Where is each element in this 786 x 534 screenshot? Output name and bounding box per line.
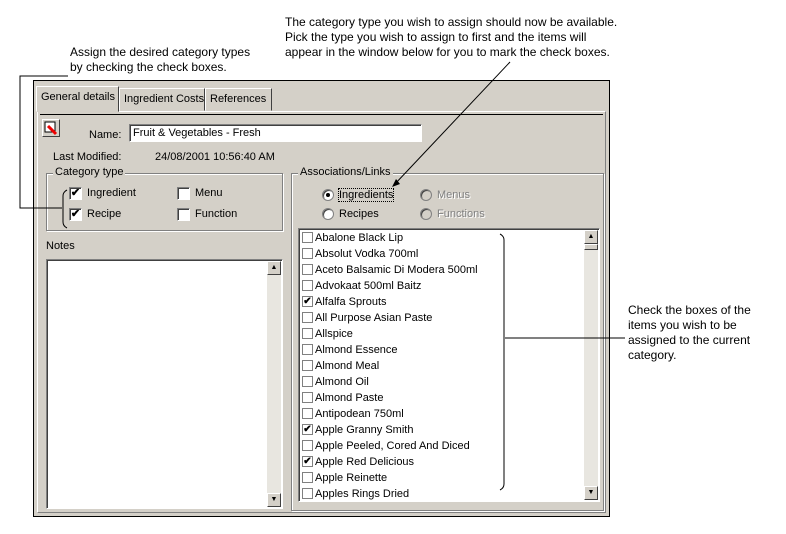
list-item[interactable]: Apple Peeled, Cored And Diced — [300, 438, 599, 454]
tab-general-details[interactable]: General details — [36, 86, 119, 112]
item-label: Apple Red Delicious — [315, 456, 415, 468]
list-item[interactable]: Antipodean 750ml — [300, 406, 599, 422]
general-details-panel: Name: Fruit & Vegetables - Fresh Last Mo… — [37, 111, 606, 513]
category-type-group: Category type ✔ Ingredient Menu ✔ Recipe F… — [46, 166, 283, 231]
category-type-title: Category type — [53, 166, 126, 178]
radio-recipes[interactable]: Recipes — [322, 208, 379, 220]
item-label: Abalone Black Lip — [315, 232, 404, 244]
checkbox-function[interactable]: Function — [177, 208, 237, 221]
item-checkbox[interactable] — [302, 440, 313, 451]
radio-menus[interactable]: Menus — [420, 189, 470, 201]
checkbox-ingredient[interactable]: ✔ Ingredient — [69, 187, 136, 200]
annotation-left: Assign the desired category types by che… — [70, 45, 251, 74]
list-item[interactable]: Apples Rings Dried — [300, 486, 599, 501]
radio-ingredients[interactable]: Ingredients — [322, 188, 395, 202]
list-item[interactable]: Almond Meal — [300, 358, 599, 374]
notes-label: Notes — [46, 240, 75, 252]
list-item[interactable]: Almond Paste — [300, 390, 599, 406]
scroll-thumb[interactable] — [584, 244, 598, 250]
associations-group: Associations/Links Ingredients Menus Rec… — [291, 166, 604, 511]
edit-icon-button[interactable] — [42, 119, 60, 137]
item-checkbox[interactable] — [302, 488, 313, 499]
list-item[interactable]: Apple Reinette — [300, 470, 599, 486]
annotation-right: Check the boxes of the items you wish to… — [628, 303, 751, 362]
item-label: Aceto Balsamic Di Modera 500ml — [315, 264, 478, 276]
item-label: Apple Peeled, Cored And Diced — [315, 440, 470, 452]
item-checkbox[interactable] — [302, 360, 313, 371]
tab-references[interactable]: References — [205, 88, 272, 111]
items-list[interactable]: Abalone Black Lip Absolut Vodka 700ml Acet… — [298, 228, 600, 502]
item-checkbox[interactable] — [302, 264, 313, 275]
item-checkbox[interactable] — [302, 248, 313, 259]
checkbox-recipe[interactable]: ✔ Recipe — [69, 208, 121, 221]
category-window: General details Ingredient Costs Referen… — [33, 80, 610, 517]
item-checkbox[interactable] — [302, 392, 313, 403]
scroll-up-icon[interactable]: ▲ — [267, 261, 281, 275]
item-checkbox[interactable] — [302, 344, 313, 355]
item-checkbox[interactable] — [302, 472, 313, 483]
item-checkbox[interactable] — [302, 408, 313, 419]
associations-title: Associations/Links — [298, 166, 393, 178]
list-item[interactable]: Aceto Balsamic Di Modera 500ml — [300, 262, 599, 278]
pencil-icon — [44, 121, 58, 136]
item-label: Absolut Vodka 700ml — [315, 248, 419, 260]
item-label: All Purpose Asian Paste — [315, 312, 433, 324]
item-label: Almond Oil — [315, 376, 369, 388]
list-item[interactable]: All Purpose Asian Paste — [300, 310, 599, 326]
list-item[interactable]: ✔ Apple Red Delicious — [300, 454, 599, 470]
item-label: Antipodean 750ml — [315, 408, 404, 420]
last-modified-value: 24/08/2001 10:56:40 AM — [155, 151, 275, 163]
item-checkbox[interactable] — [302, 280, 313, 291]
item-label: Almond Meal — [315, 360, 380, 372]
name-label: Name: — [89, 129, 122, 141]
annotation-top: The category type you wish to assign sho… — [285, 15, 618, 59]
item-checkbox[interactable] — [302, 232, 313, 243]
list-item[interactable]: Almond Oil — [300, 374, 599, 390]
list-item[interactable]: ✔ Alfalfa Sprouts — [300, 294, 599, 310]
item-label: Advokaat 500ml Baitz — [315, 280, 422, 292]
scroll-down-icon[interactable]: ▼ — [267, 493, 281, 507]
list-item[interactable]: Almond Essence — [300, 342, 599, 358]
notes-scrollbar[interactable]: ▲ ▼ — [267, 261, 281, 507]
item-checkbox[interactable] — [302, 328, 313, 339]
last-modified-label: Last Modified: — [53, 151, 122, 163]
item-label: Alfalfa Sprouts — [315, 296, 387, 308]
scroll-up-icon[interactable]: ▲ — [584, 230, 598, 244]
item-checkbox[interactable] — [302, 376, 313, 387]
notes-textarea[interactable]: ▲ ▼ — [46, 259, 283, 509]
item-checkbox[interactable]: ✔ — [302, 456, 313, 467]
item-label: Almond Essence — [315, 344, 398, 356]
list-item[interactable]: Abalone Black Lip — [300, 230, 599, 246]
list-item[interactable]: Absolut Vodka 700ml — [300, 246, 599, 262]
item-checkbox[interactable]: ✔ — [302, 296, 313, 307]
item-label: Apples Rings Dried — [315, 488, 410, 500]
checkbox-menu[interactable]: Menu — [177, 187, 223, 200]
tab-ingredient-costs[interactable]: Ingredient Costs — [119, 88, 205, 111]
list-scrollbar[interactable]: ▲ ▼ — [584, 230, 598, 500]
list-item[interactable]: Advokaat 500ml Baitz — [300, 278, 599, 294]
list-item[interactable]: ✔ Apple Granny Smith — [300, 422, 599, 438]
item-label: Allspice — [315, 328, 353, 340]
name-input[interactable]: Fruit & Vegetables - Fresh — [129, 124, 422, 142]
scroll-down-icon[interactable]: ▼ — [584, 486, 598, 500]
item-label: Almond Paste — [315, 392, 384, 404]
radio-functions[interactable]: Functions — [420, 208, 485, 220]
item-label: Apple Reinette — [315, 472, 388, 484]
list-item[interactable]: Allspice — [300, 326, 599, 342]
item-label: Apple Granny Smith — [315, 424, 414, 436]
item-checkbox[interactable]: ✔ — [302, 424, 313, 435]
item-checkbox[interactable] — [302, 312, 313, 323]
